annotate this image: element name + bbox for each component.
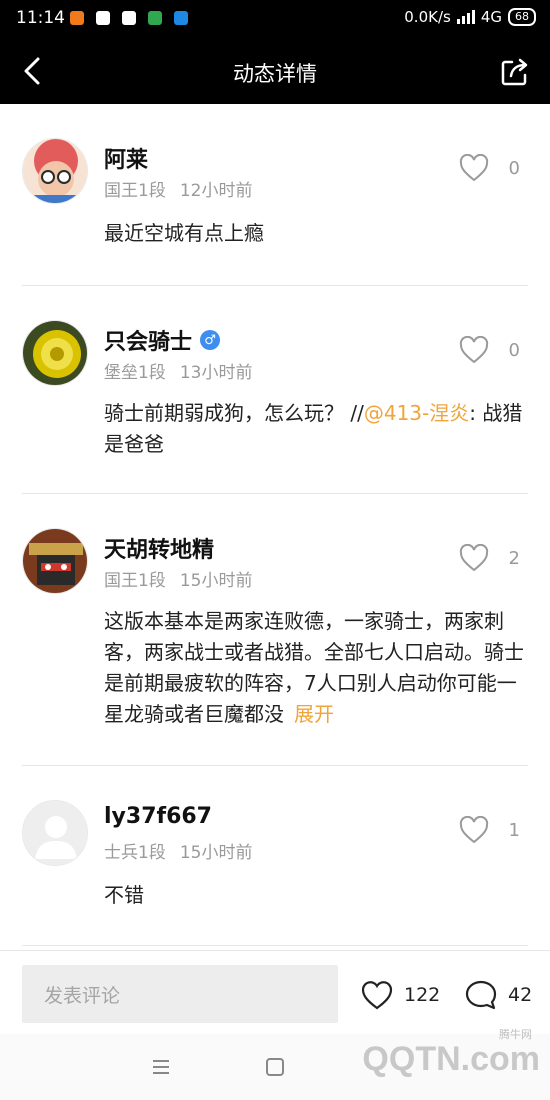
- heart-icon: [459, 336, 488, 364]
- notification-icon: [96, 11, 110, 25]
- user-name[interactable]: ly37f667: [104, 804, 212, 829]
- like-total-button[interactable]: 122: [360, 979, 440, 1011]
- comment-item: ly37f667 士兵1段 15小时前 1 不错: [0, 766, 550, 946]
- heart-icon: [361, 981, 393, 1010]
- comment-total: 42: [508, 984, 533, 1006]
- notification-icon: [70, 11, 84, 25]
- heart-icon: [459, 154, 488, 182]
- like-count: 2: [508, 547, 520, 569]
- notification-icon: [148, 11, 162, 25]
- bottom-bar: 发表评论 122 42: [0, 950, 550, 1034]
- comment-text: 不错: [104, 883, 144, 907]
- male-icon: ♂: [200, 330, 221, 350]
- home-icon[interactable]: [264, 1056, 286, 1078]
- comment-item: 只会骑士 ♂ 堡垒1段 13小时前 0 骑士前期弱成狗，怎么玩？ //@413-涅炎…: [0, 286, 550, 494]
- nav-bar: 动态详情: [0, 38, 550, 104]
- expand-link[interactable]: 展开: [294, 702, 334, 726]
- heart-icon: [459, 544, 488, 572]
- page-title: 动态详情: [233, 62, 317, 86]
- avatar[interactable]: [22, 528, 88, 594]
- like-count: 1: [508, 819, 520, 841]
- user-name[interactable]: 只会骑士 ♂: [104, 324, 221, 356]
- user-name[interactable]: 阿莱: [104, 142, 148, 174]
- notification-icon: [122, 11, 136, 25]
- like-count: 0: [508, 339, 520, 361]
- status-bar: 11:14 0.0K/s 4G 68: [0, 0, 550, 38]
- heart-icon: [459, 816, 488, 844]
- network-speed: 0.0K/s: [404, 8, 451, 26]
- like-count: 0: [508, 157, 520, 179]
- like-button[interactable]: 1: [459, 816, 520, 844]
- battery-icon: 68: [508, 8, 536, 26]
- user-meta: 国王1段 12小时前: [104, 181, 253, 201]
- menu-icon[interactable]: [150, 1056, 172, 1078]
- comment-text: 这版本基本是两家连败德，一家骑士，两家刺客，两家战士或者战猎。全部七人口启动。骑…: [104, 609, 524, 726]
- avatar[interactable]: [22, 320, 88, 386]
- user-name[interactable]: 天胡转地精: [104, 532, 214, 564]
- watermark-logo: 腾牛网 QQTN.com: [362, 1029, 540, 1078]
- comment-total-button[interactable]: 42: [464, 979, 532, 1011]
- status-time: 11:14: [16, 8, 65, 28]
- comment-text: 最近空城有点上瘾: [104, 221, 264, 245]
- status-right: 0.0K/s 4G 68: [404, 8, 536, 26]
- comment-item: 阿莱 国王1段 12小时前 0 最近空城有点上瘾: [0, 104, 550, 286]
- avatar[interactable]: [22, 138, 88, 204]
- mention-link[interactable]: @413-涅炎: [364, 401, 469, 425]
- comment-item: 天胡转地精 国王1段 15小时前 2 这版本基本是两家连败德，一家骑士，两家刺客，…: [0, 494, 550, 766]
- user-meta: 堡垒1段 13小时前: [104, 363, 253, 383]
- user-meta: 士兵1段 15小时前: [104, 843, 253, 863]
- network-type: 4G: [480, 8, 502, 26]
- notification-icon: [174, 11, 188, 25]
- like-button[interactable]: 0: [459, 336, 520, 364]
- comment-text: 骑士前期弱成狗，怎么玩？ //@413-涅炎: 战猎是爸爸: [104, 401, 523, 456]
- share-icon[interactable]: [498, 55, 532, 89]
- comment-bubble-icon: [465, 980, 497, 1010]
- avatar[interactable]: [22, 800, 88, 866]
- divider: [22, 945, 528, 946]
- like-button[interactable]: 2: [459, 544, 520, 572]
- comment-input[interactable]: 发表评论: [22, 965, 338, 1023]
- like-button[interactable]: 0: [459, 154, 520, 182]
- user-meta: 国王1段 15小时前: [104, 571, 253, 591]
- signal-icon: [456, 10, 475, 24]
- like-total: 122: [404, 984, 441, 1006]
